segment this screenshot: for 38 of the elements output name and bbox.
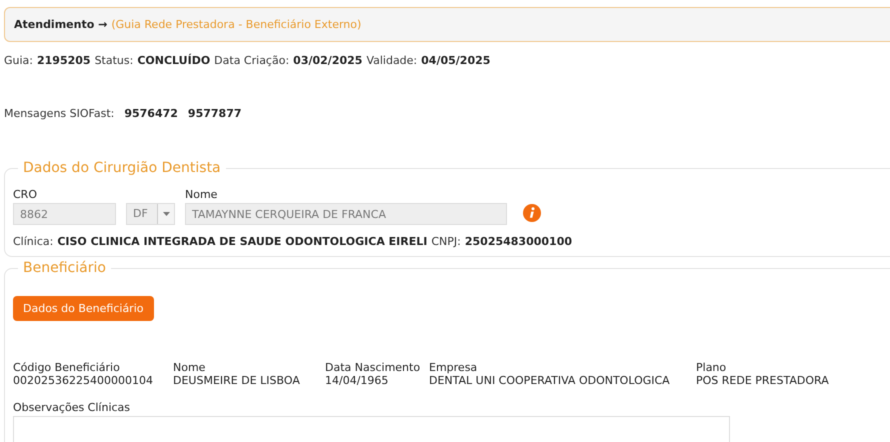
info-label: Guia: [4,54,33,67]
clinic-value: CISO CLINICA INTEGRADA DE SAUDE ODONTOLOGICA EIRELI [57,235,428,248]
name-field[interactable]: TAMAYNNE CERQUEIRA DE FRANCA [185,203,507,225]
column-label: Nome [173,361,206,374]
info-label: Status: [94,54,134,67]
panel-legend: Beneficiário [18,260,111,276]
message-number: 9576472 [124,107,178,120]
info-value: CONCLUÍDO [137,54,210,67]
clinic-label: Clínica: [13,235,54,248]
column-label: Empresa [429,361,478,374]
column-label: Data Nascimento [325,361,422,374]
observations-label: Observações Clínicas [13,401,132,414]
caret-icon [162,212,170,216]
cnpj-label: CNPJ: [431,235,461,248]
info-value: 2195205 [37,54,91,67]
header-subtitle: (Guia Rede Prestadora - Beneficiário Externo) [111,18,362,31]
column-value: 14/04/1965 [325,374,390,387]
header-title: Atendimento → [14,18,108,31]
info-icon[interactable] [523,204,541,222]
info-label: Validade: [366,54,418,67]
beneficiary-data-button[interactable]: Dados do Beneficiário [13,296,154,321]
info-value: 03/02/2025 [293,54,362,67]
cnpj-value: 25025483000100 [464,235,572,248]
column-value: 00202536225400000104 [13,374,154,387]
panel-legend: Dados do Cirurgião Dentista [18,160,226,176]
field-label: CRO [13,188,38,201]
column-value: DENTAL UNI COOPERATIVA ODONTOLOGICA [429,374,671,387]
column-value: POS REDE PRESTADORA [696,374,830,387]
cro-field[interactable]: 8862 [13,203,116,225]
column-label: Plano [696,361,728,374]
field-label: Nome [185,188,218,201]
info-value: 04/05/2025 [421,54,490,67]
column-value: DEUSMEIRE DE LISBOA [173,374,301,387]
messages-label: Mensagens SIOFast: [4,107,114,120]
state-select[interactable]: DF [126,203,175,225]
column-label: Código Beneficiário [13,361,121,374]
message-number: 9577877 [188,107,242,120]
info-label: Data Criação: [214,54,290,67]
